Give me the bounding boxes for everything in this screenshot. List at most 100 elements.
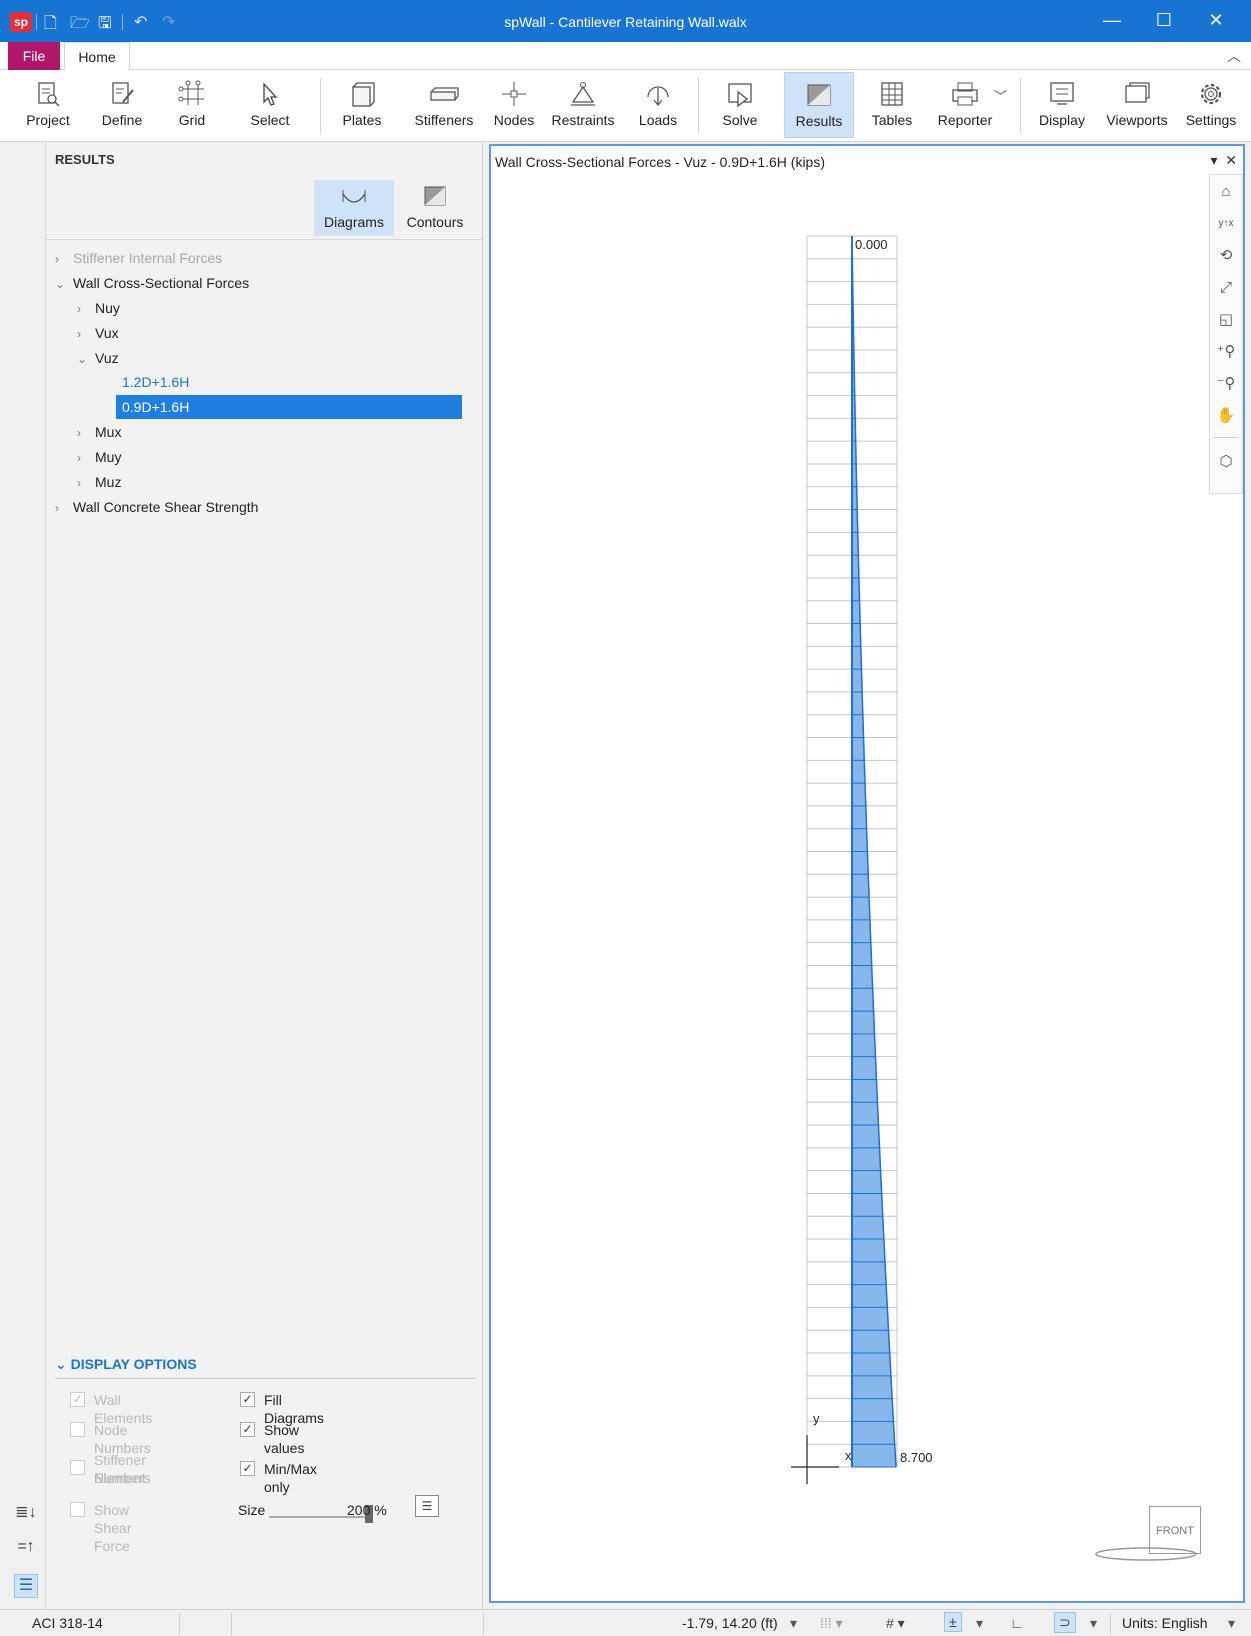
tree-item-stiffener-internal-forces[interactable]: › Stiffener Internal Forces [55, 246, 222, 270]
coords-dropdown-icon[interactable]: ▾ [790, 1615, 797, 1632]
contours-button[interactable]: Contours [395, 180, 475, 236]
chevron-right-icon: › [55, 252, 59, 266]
zoom-window-icon[interactable]: ◱ [1210, 305, 1242, 335]
display-options-header[interactable]: ⌄ DISPLAY OPTIONS [55, 1356, 197, 1373]
tables-icon [862, 72, 922, 112]
tree-item-muz[interactable]: › Muz [77, 470, 121, 494]
magnet-dropdown-icon[interactable]: ▾ [1090, 1615, 1097, 1632]
left-toolbar-strip: ≣↓ =↑ ☰ [6, 142, 46, 1609]
home-view-icon[interactable]: ⌂ [1210, 177, 1242, 207]
zoom-extents-icon[interactable]: ⤢ [1210, 273, 1242, 303]
units-dropdown-icon[interactable]: ▾ [1228, 1615, 1235, 1632]
project-button[interactable]: Project [18, 72, 78, 138]
reporter-button[interactable]: Reporter [930, 72, 1000, 138]
nodes-icon [484, 72, 544, 112]
loads-button[interactable]: Loads [628, 72, 688, 138]
loads-icon [628, 72, 688, 112]
plates-button[interactable]: Plates [332, 72, 392, 138]
solve-button[interactable]: Solve [710, 72, 770, 138]
solve-label: Solve [722, 112, 758, 128]
axis-x-label: x [845, 1448, 852, 1463]
axis-y-label: y [813, 1411, 820, 1426]
stiffeners-label: Stiffeners [414, 112, 474, 128]
tab-home[interactable]: Home [64, 42, 130, 71]
divider [55, 1378, 475, 1379]
pan-hand-icon[interactable]: ✋ [1210, 401, 1242, 431]
project-icon [18, 72, 78, 112]
tree-item-combo-1-2d-1-6h[interactable]: 1.2D+1.6H [120, 370, 190, 394]
zoom-in-icon[interactable]: ⁺⚲ [1210, 337, 1242, 367]
view-cube-icon[interactable]: ⬡ [1210, 447, 1242, 477]
checkbox-box: ✓ [70, 1392, 85, 1407]
display-button[interactable]: Display [1032, 72, 1092, 138]
chevron-right-icon: › [77, 476, 81, 490]
collapse-ribbon-icon[interactable]: ︿ [1227, 46, 1241, 66]
solve-icon [710, 72, 770, 112]
select-label: Select [250, 112, 290, 128]
define-icon [92, 72, 152, 112]
chevron-down-icon: ⌄ [77, 352, 88, 366]
separator [698, 78, 699, 134]
diagrams-button[interactable]: Diagrams [314, 180, 394, 236]
orbit-icon[interactable]: ⟲ [1210, 241, 1242, 271]
reporter-label: Reporter [937, 112, 993, 128]
size-value: 200 % [347, 1502, 387, 1518]
tab-file[interactable]: File [8, 42, 60, 70]
tree-item-combo-0-9d-1-6h[interactable]: 0.9D+1.6H [116, 395, 462, 419]
viewport[interactable]: Wall Cross-Sectional Forces - Vuz - 0.9D… [489, 144, 1245, 1603]
loads-label: Loads [638, 112, 678, 128]
tree-item-wall-cross-sectional-forces[interactable]: ⌄ Wall Cross-Sectional Forces [55, 271, 249, 295]
size-label: Size [238, 1502, 266, 1518]
ribbon: Project Define Grid Select Plates Stiffe… [0, 70, 1251, 142]
diagrams-label: Diagrams [324, 214, 384, 230]
viewports-button[interactable]: Viewports [1102, 72, 1172, 138]
list-icon[interactable]: ☰ [14, 1574, 38, 1598]
checkbox-box [70, 1422, 85, 1437]
results-button[interactable]: Results [784, 72, 854, 138]
top-value-label: 0.000 [855, 237, 888, 252]
units-selector[interactable]: Units: English [1122, 1615, 1208, 1631]
grid-button[interactable]: Grid [162, 72, 222, 138]
chevron-down-icon[interactable]: ﹀ [994, 86, 1007, 105]
restraints-button[interactable]: Restraints [548, 72, 618, 138]
tree-item-vuz[interactable]: ⌄ Vuz [77, 346, 119, 370]
minimize-icon[interactable]: — [1092, 10, 1132, 31]
results-header: RESULTS [55, 152, 115, 167]
display-settings-icon[interactable]: ☰ [415, 1495, 439, 1517]
ortho-icon[interactable]: ∟ [1010, 1615, 1024, 1631]
settings-button[interactable]: Settings [1178, 72, 1244, 138]
results-panel: RESULTS Diagrams Contours › Stiffener Int… [47, 142, 483, 1609]
tree-item-wall-concrete-shear-strength[interactable]: › Wall Concrete Shear Strength [55, 495, 258, 519]
checkbox-box [70, 1460, 85, 1475]
snap-dropdown-icon[interactable]: ▾ [976, 1615, 983, 1632]
stiffeners-button[interactable]: Stiffeners [404, 72, 484, 138]
tree-item-vux[interactable]: › Vux [77, 321, 119, 345]
nodes-button[interactable]: Nodes [484, 72, 544, 138]
define-label: Define [101, 112, 143, 128]
grid-label: Grid [178, 112, 206, 128]
sort-down-icon[interactable]: ≣↓ [14, 1502, 38, 1526]
dot-grid-icon[interactable]: ⁞⁞⁞ ▾ [820, 1615, 843, 1632]
zoom-out-icon[interactable]: ⁻⚲ [1210, 369, 1242, 399]
checkbox-box [70, 1502, 85, 1517]
magnet-snap-icon[interactable]: ⊃ [1054, 1612, 1076, 1633]
sort-up-icon[interactable]: =↑ [14, 1538, 38, 1562]
chevron-down-icon: ⌄ [55, 277, 66, 291]
grid-snap-icon[interactable]: # ▾ [886, 1615, 905, 1632]
wall-diagram: 0.000 8.700 y x [791, 235, 933, 1484]
grid-icon [162, 72, 222, 112]
tables-button[interactable]: Tables [862, 72, 922, 138]
axes-view-icon[interactable]: y↑x [1210, 209, 1242, 239]
define-button[interactable]: Define [92, 72, 152, 138]
window-title: spWall - Cantilever Retaining Wall.walx [504, 14, 747, 30]
tree-item-mux[interactable]: › Mux [77, 420, 121, 444]
checkbox-box: ✓ [240, 1392, 255, 1407]
tree-item-muy[interactable]: › Muy [77, 445, 121, 469]
chevron-right-icon: › [55, 501, 59, 515]
select-button[interactable]: Select [240, 72, 300, 138]
compass-ring[interactable] [1091, 1540, 1201, 1570]
maximize-icon[interactable]: ☐ [1144, 10, 1184, 31]
node-snap-icon[interactable]: ± [944, 1612, 962, 1632]
tree-item-nuy[interactable]: › Nuy [77, 296, 120, 320]
close-icon[interactable]: ✕ [1196, 10, 1236, 31]
